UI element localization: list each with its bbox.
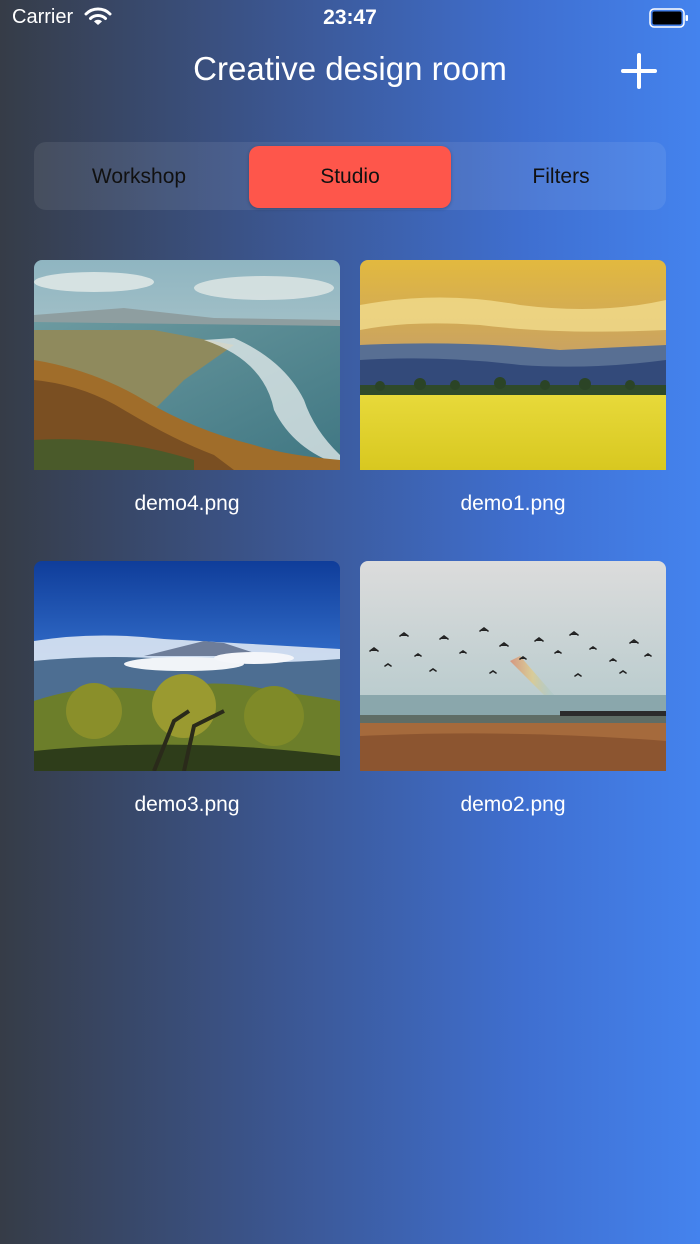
thumbnail-field bbox=[360, 260, 666, 470]
image-card-demo1[interactable]: demo1.png bbox=[360, 260, 666, 520]
tab-studio[interactable]: Studio bbox=[249, 146, 451, 208]
image-card-demo4[interactable]: demo4.png bbox=[34, 260, 340, 520]
page-title: Creative design room bbox=[193, 50, 507, 87]
clock: 23:47 bbox=[323, 6, 377, 29]
status-bar: Carrier 23:47 bbox=[0, 0, 700, 36]
tab-workshop[interactable]: Workshop bbox=[38, 146, 240, 208]
image-card-demo2[interactable]: demo2.png bbox=[360, 561, 666, 821]
thumbnail-mountain bbox=[34, 561, 340, 771]
battery-icon bbox=[649, 8, 688, 28]
image-name: demo3.png bbox=[134, 793, 240, 816]
image-name: demo1.png bbox=[460, 492, 566, 515]
thumbnail-birds bbox=[360, 561, 666, 771]
tab-filters[interactable]: Filters bbox=[460, 146, 662, 208]
image-card-demo3[interactable]: demo3.png bbox=[34, 561, 340, 821]
image-name: demo2.png bbox=[460, 793, 566, 816]
plus-icon[interactable] bbox=[614, 46, 664, 96]
image-name: demo4.png bbox=[134, 492, 240, 515]
thumbnail-coast bbox=[34, 260, 340, 470]
segmented-control: Workshop Studio Filters bbox=[34, 142, 666, 210]
